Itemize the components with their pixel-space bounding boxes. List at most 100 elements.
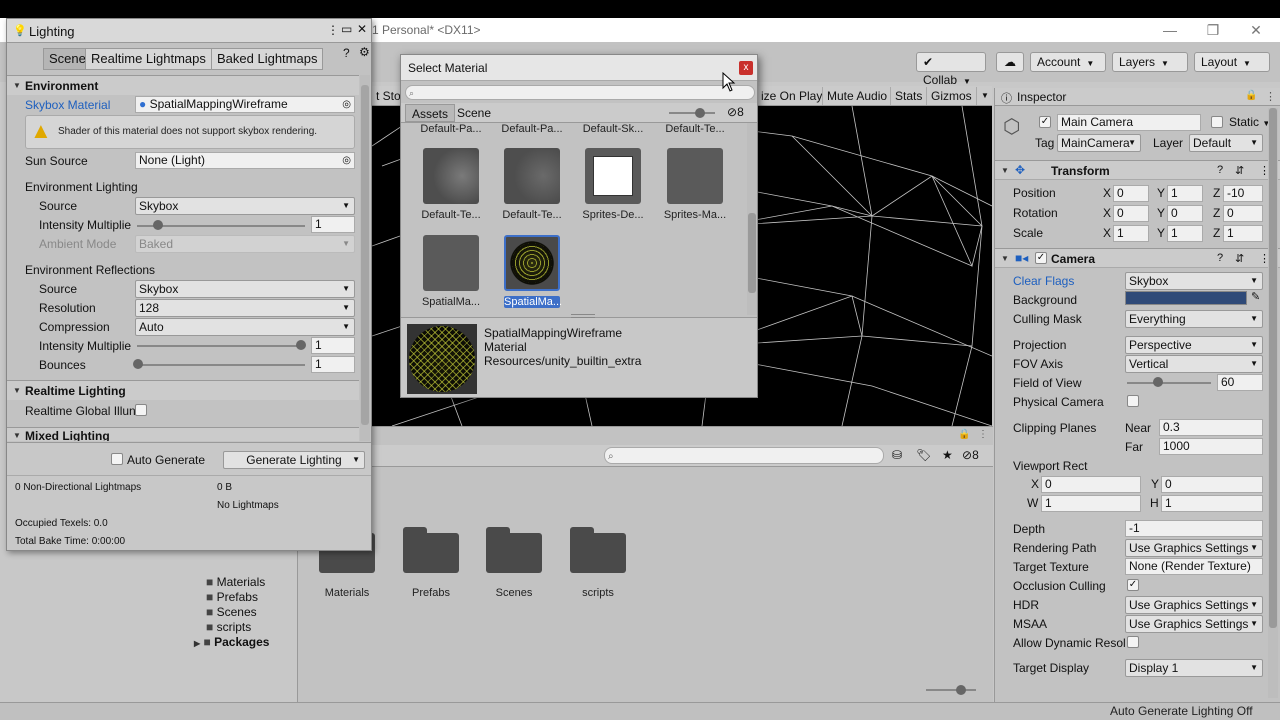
material-grid-scroll-thumb[interactable] [748, 213, 756, 293]
project-search-input[interactable]: ⌕ [604, 447, 884, 464]
material-thumb-default-te-1[interactable] [423, 148, 479, 204]
static-dropdown[interactable]: Static ▼ [1229, 115, 1270, 129]
settings-gear-icon[interactable]: ⚙ [359, 45, 370, 59]
folder-scenes[interactable] [486, 527, 542, 573]
filter-label-icon[interactable]: 🏷 [916, 448, 931, 462]
dialog-titlebar[interactable]: Select Material x [401, 55, 757, 81]
viewport-y-field[interactable]: 0 [1161, 476, 1263, 493]
tab-inspector[interactable]: Inspector [1017, 90, 1066, 104]
menu-icon[interactable]: ⋮ [978, 429, 988, 440]
material-label[interactable]: Sprites-De... [573, 209, 653, 221]
collab-button[interactable]: ✔ Collab ▼ [916, 52, 986, 87]
hidden-packages-toggle[interactable]: ⊘8 [962, 448, 979, 462]
thumbnail-size-slider[interactable] [669, 112, 715, 114]
position-y-field[interactable]: 1 [1167, 185, 1203, 202]
gizmos-toggle[interactable]: Gizmos [926, 87, 976, 105]
material-thumb-spatialmapping-occlusion[interactable] [423, 235, 479, 291]
close-dialog-button[interactable]: x [739, 61, 753, 75]
reflection-intensity-slider[interactable] [137, 345, 305, 347]
tree-item-scenes[interactable]: ■ Scenes [206, 605, 257, 620]
close-icon[interactable]: ✕ [357, 22, 367, 36]
tree-item-scripts[interactable]: ■ scripts [206, 620, 251, 635]
bounces-field[interactable]: 1 [311, 356, 355, 373]
depth-field[interactable]: -1 [1125, 520, 1263, 537]
clear-flags-dropdown[interactable]: Skybox ▼ [1125, 272, 1263, 290]
tab-assets[interactable]: Assets [405, 104, 456, 122]
cloud-button[interactable]: ☁ [996, 52, 1024, 72]
material-label[interactable]: Default-Pa... [492, 123, 572, 135]
environment-header[interactable]: ▼ Environment [7, 75, 359, 95]
realtime-gi-checkbox[interactable] [135, 404, 147, 416]
viewport-h-field[interactable]: 1 [1161, 495, 1263, 512]
mixed-lighting-header[interactable]: ▼ Mixed Lighting [7, 427, 359, 441]
bounces-slider[interactable] [137, 364, 305, 366]
mute-audio-toggle[interactable]: Mute Audio [822, 87, 891, 105]
camera-enabled-checkbox[interactable]: ✓ [1035, 252, 1047, 264]
background-color-swatch[interactable] [1125, 291, 1247, 305]
fov-slider-thumb[interactable] [1153, 377, 1163, 387]
inspector-scroll-thumb[interactable] [1269, 108, 1277, 628]
dynamic-resolution-checkbox[interactable] [1127, 636, 1139, 648]
tag-dropdown[interactable]: MainCamera ▼ [1057, 134, 1141, 152]
lock-icon[interactable]: 🔒 [958, 429, 970, 440]
object-name-field[interactable]: Main Camera [1057, 114, 1201, 131]
help-icon[interactable]: ? [1217, 252, 1223, 264]
material-thumb-sprites-default[interactable] [585, 148, 641, 204]
close-window-button[interactable]: ✕ [1236, 20, 1276, 40]
layers-dropdown[interactable]: Layers ▼ [1112, 52, 1188, 72]
rotation-y-field[interactable]: 0 [1167, 205, 1203, 222]
camera-header[interactable]: ▼ ■◂ ✓ Camera ? ⇵ ⋮ [995, 248, 1280, 268]
stats-toggle[interactable]: Stats [890, 87, 926, 105]
static-checkbox[interactable] [1211, 116, 1223, 128]
target-texture-field[interactable]: None (Render Texture) [1125, 558, 1263, 575]
occlusion-culling-checkbox[interactable]: ✓ [1127, 579, 1139, 591]
maximize-icon[interactable]: ▭ [341, 22, 352, 36]
zoom-slider-thumb[interactable] [956, 685, 966, 695]
fov-slider[interactable] [1127, 382, 1211, 384]
far-clip-field[interactable]: 1000 [1159, 438, 1263, 455]
material-label[interactable]: SpatialMa... [411, 296, 491, 308]
scale-y-field[interactable]: 1 [1167, 225, 1203, 242]
reflection-intensity-field[interactable]: 1 [311, 337, 355, 354]
culling-mask-dropdown[interactable]: Everything ▼ [1125, 310, 1263, 328]
lighting-scroll-thumb[interactable] [361, 85, 369, 425]
material-label[interactable]: Default-Te... [655, 123, 735, 135]
rotation-x-field[interactable]: 0 [1113, 205, 1149, 222]
restore-button[interactable]: ❐ [1193, 20, 1233, 40]
resize-handle[interactable] [571, 314, 595, 318]
intensity-slider-thumb[interactable] [153, 220, 163, 230]
minimize-button[interactable]: — [1150, 20, 1190, 40]
caret-down-icon[interactable]: ▼ [976, 87, 993, 105]
physical-camera-checkbox[interactable] [1127, 395, 1139, 407]
realtime-lighting-header[interactable]: ▼ Realtime Lighting [7, 380, 359, 400]
lighting-titlebar[interactable]: 💡 Lighting ⋮ ▭ ✕ [7, 19, 371, 43]
viewport-x-field[interactable]: 0 [1041, 476, 1141, 493]
msaa-dropdown[interactable]: Use Graphics Settings ▼ [1125, 615, 1263, 633]
position-z-field[interactable]: -10 [1223, 185, 1263, 202]
compression-dropdown[interactable]: Auto ▼ [135, 318, 355, 336]
near-clip-field[interactable]: 0.3 [1159, 419, 1263, 436]
rotation-z-field[interactable]: 0 [1223, 205, 1263, 222]
material-label[interactable]: Default-Sk... [573, 123, 653, 135]
material-thumb-default-te-2[interactable] [504, 148, 560, 204]
tab-realtime-lightmaps[interactable]: Realtime Lightmaps [85, 48, 212, 70]
auto-generate-checkbox[interactable] [111, 453, 123, 465]
tab-scene[interactable]: Scene [451, 104, 497, 122]
material-label[interactable]: Default-Te... [492, 209, 572, 221]
favorite-star-icon[interactable]: ★ [942, 448, 953, 462]
maximize-on-play-toggle[interactable]: ize On Play [756, 87, 826, 105]
target-display-dropdown[interactable]: Display 1 ▼ [1125, 659, 1263, 677]
inspector-scrollbar[interactable] [1268, 108, 1278, 698]
lock-icon[interactable]: 🔒 [1245, 90, 1257, 101]
bounces-slider-thumb[interactable] [133, 359, 143, 369]
scale-x-field[interactable]: 1 [1113, 225, 1149, 242]
tree-item-packages[interactable]: ▶ ■ Packages [194, 635, 269, 650]
sun-source-field[interactable]: None (Light) ◎ [135, 152, 355, 169]
fov-axis-dropdown[interactable]: Vertical ▼ [1125, 355, 1263, 373]
help-icon[interactable]: ? [1217, 164, 1223, 176]
material-thumb-sprites-mask[interactable] [667, 148, 723, 204]
menu-icon[interactable]: ⋮ [1265, 90, 1276, 103]
reflection-source-dropdown[interactable]: Skybox ▼ [135, 280, 355, 298]
thumbnail-size-thumb[interactable] [695, 108, 705, 118]
hidden-toggle[interactable]: ⊘8 [727, 105, 744, 119]
